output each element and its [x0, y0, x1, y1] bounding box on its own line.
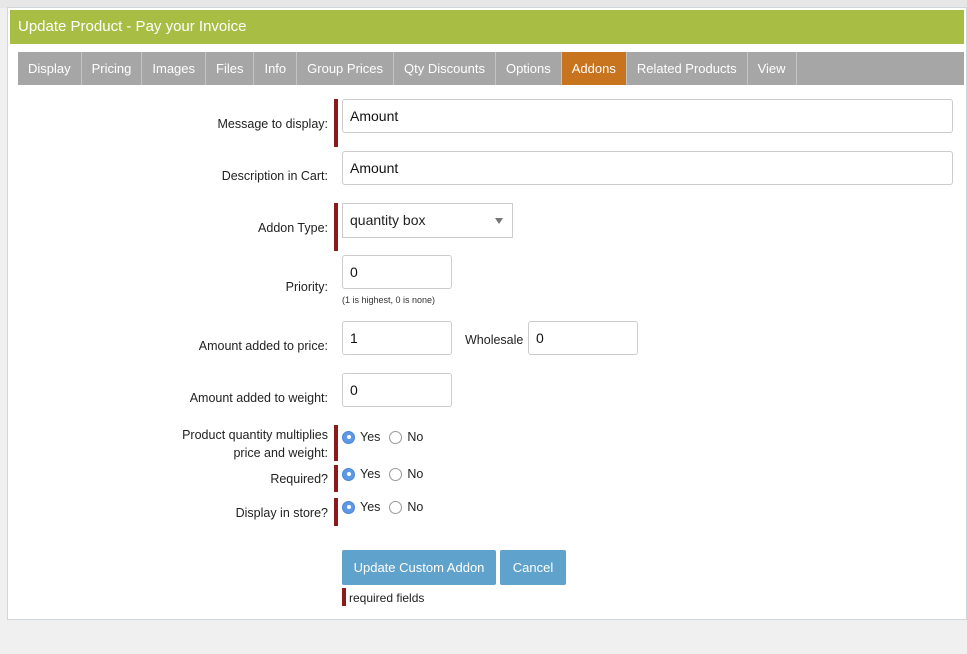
priority-hint: (1 is highest, 0 is none): [342, 295, 436, 305]
tab-info[interactable]: Info: [254, 52, 298, 85]
display-store-yes-label: Yes: [360, 500, 381, 514]
tab-options[interactable]: Options: [496, 52, 562, 85]
multiplies-no-label: No: [407, 430, 424, 444]
tab-group-prices[interactable]: Group Prices: [297, 52, 395, 85]
display-store-radio-group: Yes No: [342, 499, 432, 515]
addon-type-label: Addon Type:: [258, 221, 328, 235]
description-input[interactable]: [342, 151, 953, 185]
multiplies-yes-label: Yes: [360, 430, 381, 444]
display-store-yes-radio[interactable]: [342, 500, 355, 514]
tab-files[interactable]: Files: [206, 52, 255, 85]
required-fields-note: required fields: [349, 591, 425, 605]
display-store-no-radio[interactable]: [389, 500, 403, 514]
multiplies-no-radio[interactable]: [389, 430, 403, 444]
required-no-label: No: [407, 467, 424, 481]
tab-pricing[interactable]: Pricing: [82, 52, 143, 85]
required-marker: [334, 203, 338, 251]
tab-addons[interactable]: Addons: [561, 52, 627, 85]
amount-price-label: Amount added to price:: [198, 339, 328, 353]
required-label: Required?: [270, 472, 328, 486]
required-marker: [342, 588, 346, 606]
multiplies-label-line1: Product quantity multiplies: [182, 428, 328, 442]
update-custom-addon-button[interactable]: Update Custom Addon: [342, 550, 496, 585]
cancel-button[interactable]: Cancel: [500, 550, 566, 585]
multiplies-label-line2: price and weight:: [233, 446, 328, 460]
chevron-down-icon: [495, 218, 503, 224]
multiplies-label: Product quantity multiplies price and we…: [182, 426, 328, 462]
dialog-title: Update Product - Pay your Invoice: [10, 10, 964, 44]
required-yes-radio[interactable]: [342, 467, 355, 481]
amount-weight-label: Amount added to weight:: [189, 391, 328, 405]
wholesale-input[interactable]: [528, 321, 638, 355]
tab-related-products[interactable]: Related Products: [627, 52, 748, 85]
wholesale-label: Wholesale: [465, 333, 524, 347]
tab-qty-discounts[interactable]: Qty Discounts: [394, 52, 496, 85]
tab-images[interactable]: Images: [142, 52, 207, 85]
amount-price-input[interactable]: [342, 321, 452, 355]
required-marker: [334, 465, 338, 492]
required-marker: [334, 425, 338, 461]
message-input[interactable]: [342, 99, 953, 133]
addon-type-select[interactable]: quantity box: [342, 203, 513, 238]
required-marker: [334, 99, 338, 147]
priority-label: Priority:: [285, 280, 328, 294]
update-product-dialog: Update Product - Pay your Invoice Displa…: [7, 7, 967, 620]
description-label: Description in Cart:: [221, 169, 328, 183]
required-radio-group: Yes No: [342, 466, 432, 482]
priority-input[interactable]: [342, 255, 452, 289]
required-yes-label: Yes: [360, 467, 381, 481]
display-store-no-label: No: [407, 500, 424, 514]
tab-bar: Display Pricing Images Files Info Group …: [18, 52, 964, 85]
multiplies-yes-radio[interactable]: [342, 430, 355, 444]
display-store-label: Display in store?: [235, 506, 328, 520]
tab-view[interactable]: View: [748, 52, 797, 85]
multiplies-radio-group: Yes No: [342, 429, 432, 445]
addon-type-value: quantity box: [350, 212, 426, 228]
required-no-radio[interactable]: [389, 467, 403, 481]
tab-display[interactable]: Display: [18, 52, 82, 85]
required-marker: [334, 498, 338, 526]
message-label: Message to display:: [217, 117, 328, 131]
amount-weight-input[interactable]: [342, 373, 452, 407]
